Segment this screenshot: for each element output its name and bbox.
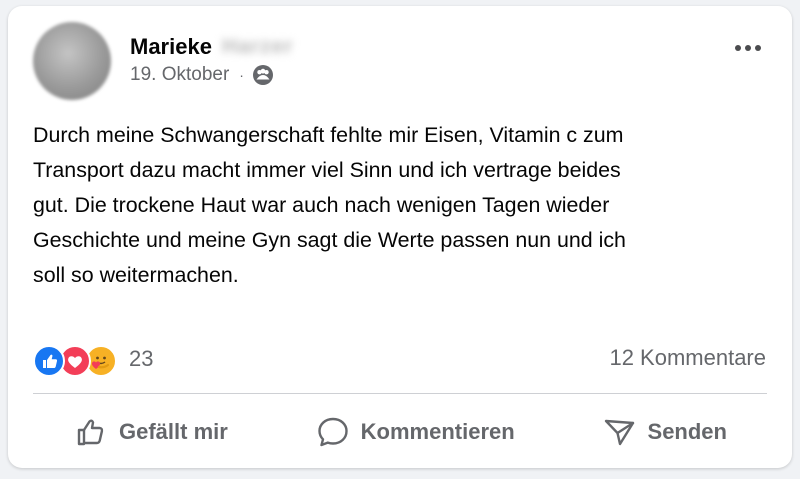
more-dot [745, 45, 751, 51]
author-name[interactable]: Marieke [130, 34, 212, 60]
author-surname-blurred[interactable]: Harzer [222, 35, 293, 59]
meta-separator: · [239, 67, 244, 83]
send-icon [602, 414, 638, 450]
post-meta: 19. Oktober · [130, 64, 274, 86]
like-icon [33, 345, 65, 377]
like-button[interactable]: Gefällt mir [63, 408, 238, 456]
comments-count[interactable]: 12 Kommentare [609, 345, 766, 371]
send-label: Senden [647, 419, 727, 444]
more-dot [755, 45, 761, 51]
like-label: Gefällt mir [119, 419, 228, 444]
post-date[interactable]: 19. Oktober [130, 64, 229, 86]
avatar[interactable] [33, 22, 111, 100]
divider [33, 393, 767, 394]
comment-label: Kommentieren [360, 419, 515, 444]
post-card: Marieke Harzer 19. Oktober · Durch meine… [8, 6, 792, 468]
friends-icon[interactable] [252, 64, 274, 86]
author-row: Marieke Harzer [130, 34, 293, 60]
thumbs-up-icon [73, 414, 109, 450]
more-options-button[interactable] [730, 34, 766, 62]
action-bar: Gefällt mir Kommentieren Senden [33, 404, 767, 460]
more-dot [735, 45, 741, 51]
post-text: Durch meine Schwangerschaft fehlte mir E… [33, 123, 626, 287]
send-button[interactable]: Senden [592, 408, 737, 456]
reaction-count[interactable]: 23 [129, 346, 153, 372]
comment-button[interactable]: Kommentieren [305, 408, 525, 456]
reactions-summary[interactable]: 23 [33, 342, 153, 377]
reaction-icons [33, 342, 129, 377]
comment-bubble-icon [315, 414, 351, 450]
